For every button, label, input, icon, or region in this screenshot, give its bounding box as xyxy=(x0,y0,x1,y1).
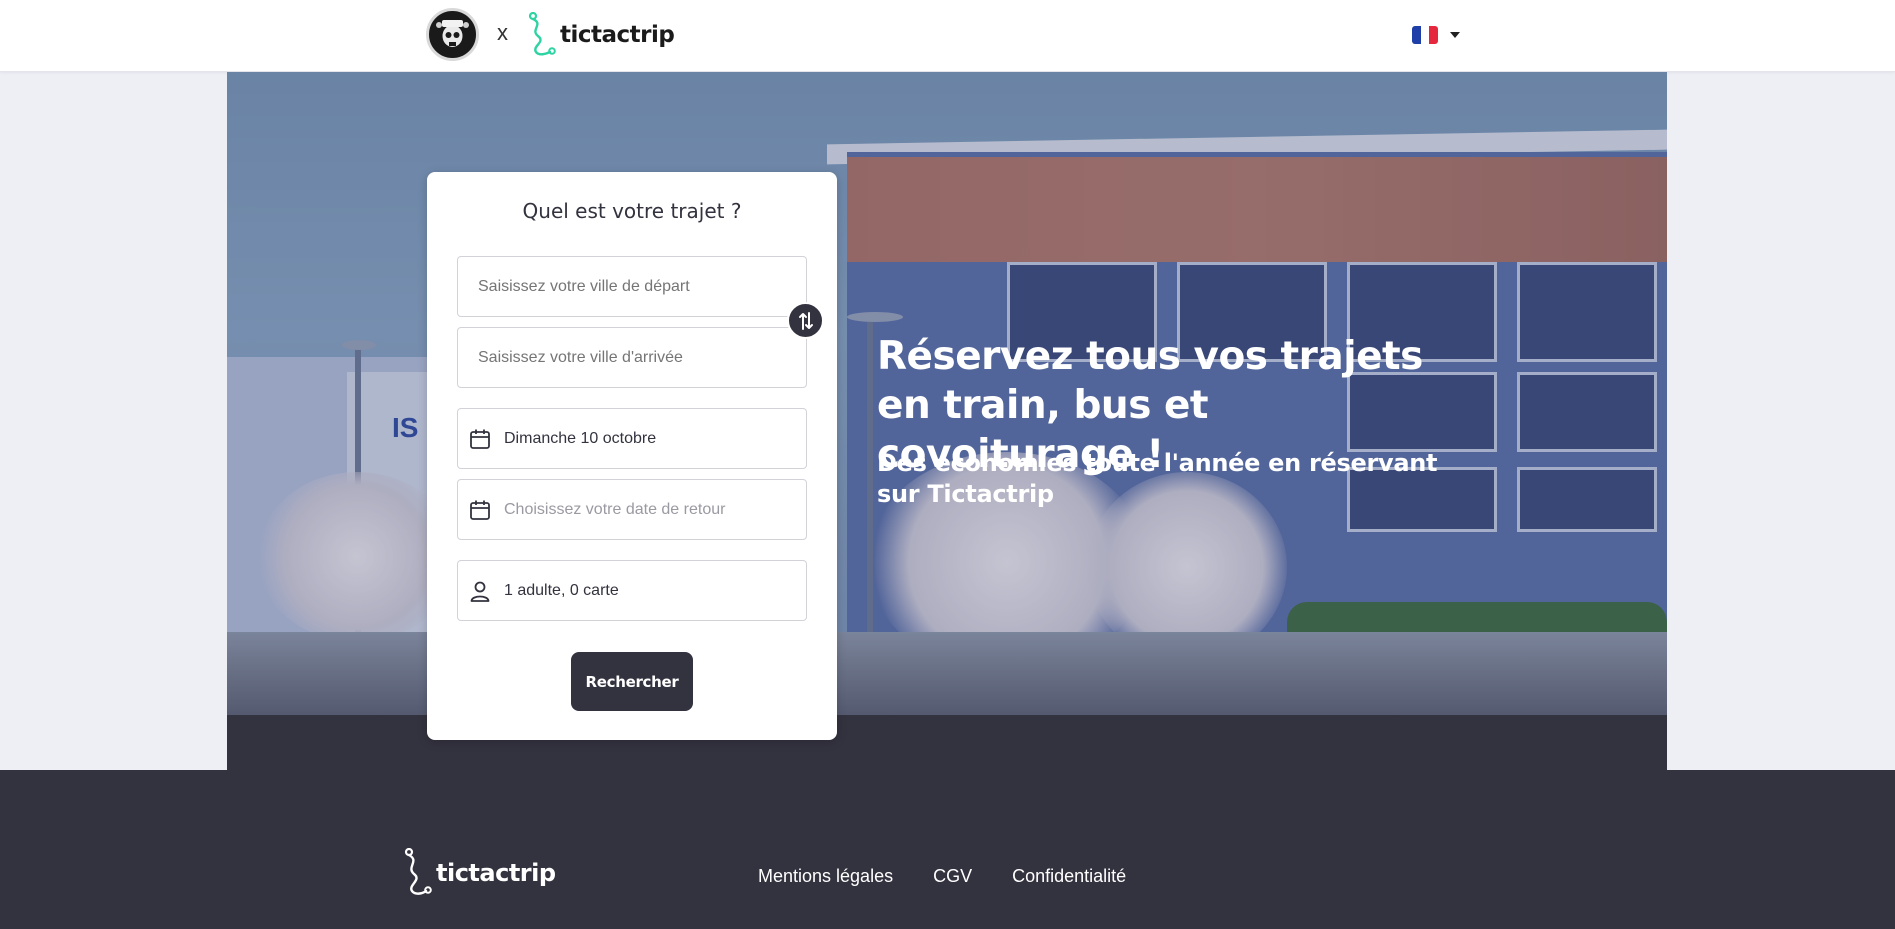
departure-date-field[interactable]: Dimanche 10 octobre xyxy=(457,408,807,469)
return-date-placeholder: Choisissez votre date de retour xyxy=(504,500,726,518)
brand-logo[interactable]: tictactrip xyxy=(526,12,675,58)
return-date-field[interactable]: Choisissez votre date de retour xyxy=(457,479,807,540)
departure-input[interactable] xyxy=(458,277,806,296)
footer-brand-name: tictactrip xyxy=(436,859,556,887)
arrival-input[interactable] xyxy=(458,348,806,367)
caret-down-icon xyxy=(1450,32,1460,38)
legal-notice-link[interactable]: Mentions légales xyxy=(758,866,893,887)
departure-field[interactable] xyxy=(457,256,807,317)
language-selector[interactable] xyxy=(1412,24,1472,46)
tictactrip-logo-icon xyxy=(404,848,432,895)
footer-brand-logo[interactable]: tictactrip xyxy=(402,848,556,898)
top-header: x tictactrip xyxy=(0,0,1895,72)
search-card-title: Quel est votre trajet ? xyxy=(522,199,742,223)
passengers-field[interactable]: 1 adulte, 0 carte xyxy=(457,560,807,621)
calendar-icon xyxy=(468,427,492,451)
brand-name: tictactrip xyxy=(560,22,675,48)
swap-arrows-icon xyxy=(798,311,813,330)
france-flag-icon xyxy=(1412,26,1438,44)
partner-separator: x xyxy=(497,20,508,45)
arrival-field[interactable] xyxy=(457,327,807,388)
partner-logo[interactable] xyxy=(426,8,479,61)
passengers-value: 1 adulte, 0 carte xyxy=(504,581,619,599)
user-icon xyxy=(468,579,492,603)
privacy-link[interactable]: Confidentialité xyxy=(1012,866,1126,887)
footer: tictactrip Mentions légales CGV Confiden… xyxy=(0,770,1895,929)
tictactrip-logo-icon xyxy=(528,12,556,56)
search-button[interactable]: Rechercher xyxy=(571,652,693,711)
calendar-icon xyxy=(468,498,492,522)
departure-date-value: Dimanche 10 octobre xyxy=(504,429,657,447)
hero-subheadline: Des économies toute l'année en réservant… xyxy=(877,449,1438,508)
footer-links: Mentions légales CGV Confidentialité xyxy=(758,866,1166,887)
terms-link[interactable]: CGV xyxy=(933,866,972,887)
search-card: Quel est votre trajet ? Dimanche 10 octo… xyxy=(427,172,837,740)
pirate-skull-icon xyxy=(431,13,474,56)
swap-cities-button[interactable] xyxy=(787,302,824,339)
